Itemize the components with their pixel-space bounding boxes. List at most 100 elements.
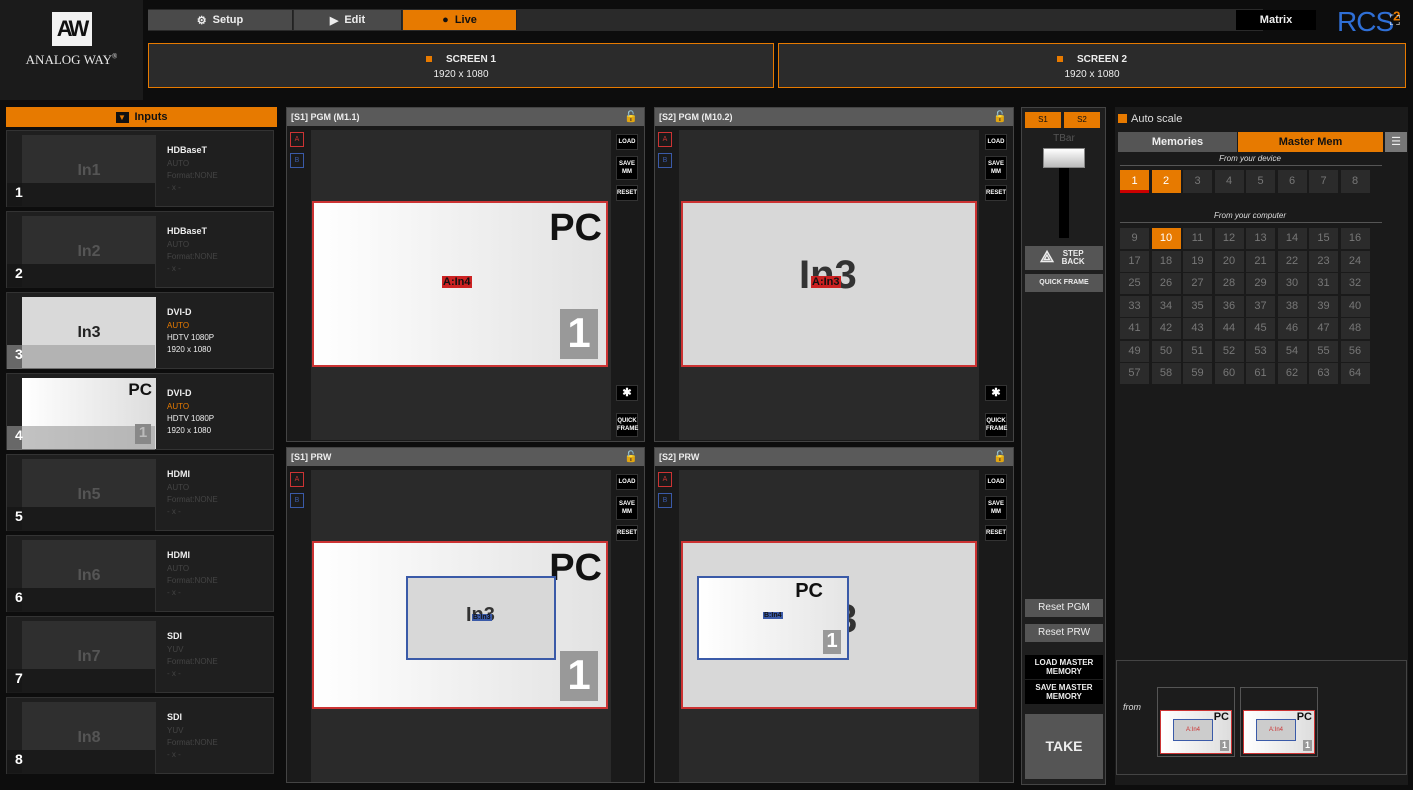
tab-live[interactable]: ● Live bbox=[403, 10, 517, 30]
s2-select-button[interactable]: S2 bbox=[1064, 112, 1100, 128]
memory-slot[interactable]: 39 bbox=[1309, 295, 1338, 317]
memory-slot[interactable]: 58 bbox=[1151, 363, 1181, 384]
memory-slot[interactable]: 28 bbox=[1214, 273, 1244, 294]
layer-a-button[interactable]: A bbox=[658, 132, 672, 147]
memory-slot[interactable]: 42 bbox=[1151, 318, 1181, 339]
layer-b-button[interactable]: B bbox=[290, 153, 304, 168]
layer-b-window[interactable]: PC 1 B:In4 bbox=[697, 576, 849, 660]
memory-slot[interactable]: 5 bbox=[1246, 170, 1275, 193]
reset-button[interactable]: RESET bbox=[616, 525, 638, 541]
memory-slot[interactable]: 31 bbox=[1309, 273, 1338, 294]
screen-2-selector[interactable]: SCREEN 2 1920 x 1080 bbox=[778, 43, 1406, 88]
memory-slot[interactable]: 44 bbox=[1214, 318, 1244, 339]
memory-slot[interactable]: 23 bbox=[1309, 250, 1338, 272]
save-mm-button[interactable]: SAVE MM bbox=[616, 156, 638, 180]
memory-slot[interactable]: 21 bbox=[1246, 250, 1275, 272]
memory-slot[interactable]: 14 bbox=[1277, 228, 1307, 249]
memory-slot[interactable]: 43 bbox=[1183, 318, 1212, 339]
input-tile-4[interactable]: PC 1 4 DVI-D AUTO HDTV 1080P 1920 x 1080 bbox=[6, 373, 274, 450]
memory-slot[interactable]: 56 bbox=[1340, 340, 1370, 362]
screen-1-selector[interactable]: SCREEN 1 1920 x 1080 bbox=[148, 43, 774, 88]
memory-slot[interactable]: 2 bbox=[1151, 170, 1181, 193]
quick-frame-button[interactable]: QUICK FRAME bbox=[985, 413, 1007, 437]
memory-slot[interactable]: 41 bbox=[1120, 318, 1149, 339]
lock-icon[interactable]: 🔓 bbox=[993, 110, 1007, 123]
save-mm-button[interactable]: SAVE MM bbox=[985, 156, 1007, 180]
memory-slot[interactable]: 54 bbox=[1277, 340, 1307, 362]
reset-prw-button[interactable]: Reset PRW bbox=[1025, 624, 1103, 642]
layer-a-button[interactable]: A bbox=[290, 132, 304, 147]
memory-slot[interactable]: 62 bbox=[1277, 363, 1307, 384]
memory-slot[interactable]: 20 bbox=[1214, 250, 1244, 272]
lock-icon[interactable]: 🔓 bbox=[624, 110, 638, 123]
memory-slot[interactable]: 64 bbox=[1340, 363, 1370, 384]
reset-button[interactable]: RESET bbox=[985, 525, 1007, 541]
take-button[interactable]: TAKE bbox=[1025, 714, 1103, 779]
layer-b-button[interactable]: B bbox=[290, 493, 304, 508]
memory-slot[interactable]: 52 bbox=[1214, 340, 1244, 362]
quick-frame-button[interactable]: QUICK FRAME bbox=[1025, 274, 1103, 292]
memory-slot[interactable]: 48 bbox=[1340, 318, 1370, 339]
reset-pgm-button[interactable]: Reset PGM bbox=[1025, 599, 1103, 617]
memory-slot[interactable]: 19 bbox=[1183, 250, 1212, 272]
memory-slot[interactable]: 55 bbox=[1309, 340, 1338, 362]
memory-slot[interactable]: 8 bbox=[1340, 170, 1370, 193]
memory-slot[interactable]: 46 bbox=[1277, 318, 1307, 339]
reset-button[interactable]: RESET bbox=[616, 185, 638, 201]
memory-slot[interactable]: 36 bbox=[1214, 295, 1244, 317]
memory-slot[interactable]: 38 bbox=[1277, 295, 1307, 317]
freeze-icon[interactable]: ✱ bbox=[985, 385, 1007, 401]
memory-slot[interactable]: 4 bbox=[1214, 170, 1244, 193]
memory-slot[interactable]: 18 bbox=[1151, 250, 1181, 272]
quick-frame-button[interactable]: QUICK FRAME bbox=[616, 413, 638, 437]
input-tile-6[interactable]: In6 6 HDMI AUTO Format:NONE - x - bbox=[6, 535, 274, 612]
layer-b-button[interactable]: B bbox=[658, 153, 672, 168]
input-tile-8[interactable]: In8 8 SDI YUV Format:NONE - x - bbox=[6, 697, 274, 774]
memory-slot[interactable]: 49 bbox=[1120, 340, 1149, 362]
input-tile-1[interactable]: In1 1 HDBaseT AUTO Format:NONE - x - bbox=[6, 130, 274, 207]
fullscreen-icon[interactable]: ⛶ bbox=[1390, 12, 1400, 29]
input-tile-7[interactable]: In7 7 SDI YUV Format:NONE - x - bbox=[6, 616, 274, 693]
freeze-icon[interactable]: ✱ bbox=[616, 385, 638, 401]
memory-slot[interactable]: 11 bbox=[1183, 228, 1212, 249]
memory-slot[interactable]: 30 bbox=[1277, 273, 1307, 294]
input-tile-2[interactable]: In2 2 HDBaseT AUTO Format:NONE - x - bbox=[6, 211, 274, 288]
save-master-memory-button[interactable]: SAVE MASTER MEMORY bbox=[1025, 680, 1103, 704]
memory-slot[interactable]: 17 bbox=[1120, 250, 1149, 272]
save-mm-button[interactable]: SAVE MM bbox=[985, 496, 1007, 520]
memory-slot[interactable]: 61 bbox=[1246, 363, 1275, 384]
load-button[interactable]: LOAD bbox=[616, 134, 638, 150]
matrix-button[interactable]: Matrix bbox=[1236, 10, 1316, 30]
memory-slot[interactable]: 1 bbox=[1120, 170, 1149, 193]
layer-a-button[interactable]: A bbox=[658, 472, 672, 487]
memory-slot[interactable]: 10 bbox=[1151, 228, 1181, 249]
inputs-header[interactable]: ▼ Inputs bbox=[6, 107, 277, 127]
memory-slot[interactable]: 37 bbox=[1246, 295, 1275, 317]
memory-slot[interactable]: 24 bbox=[1340, 250, 1370, 272]
tab-master-mem[interactable]: Master Mem bbox=[1238, 132, 1383, 152]
memory-slot[interactable]: 51 bbox=[1183, 340, 1212, 362]
tbar-handle[interactable] bbox=[1043, 148, 1085, 168]
auto-scale-checkbox[interactable] bbox=[1118, 114, 1127, 123]
memory-slot[interactable]: 27 bbox=[1183, 273, 1212, 294]
tab-setup[interactable]: ⚙ Setup bbox=[148, 10, 293, 30]
memory-slot[interactable]: 15 bbox=[1309, 228, 1338, 249]
memory-slot[interactable]: 53 bbox=[1246, 340, 1275, 362]
memory-slot[interactable]: 29 bbox=[1246, 273, 1275, 294]
save-mm-button[interactable]: SAVE MM bbox=[616, 496, 638, 520]
input-tile-3[interactable]: In3 3 DVI-D AUTO HDTV 1080P 1920 x 1080 bbox=[6, 292, 274, 369]
memory-slot[interactable]: 34 bbox=[1151, 295, 1181, 317]
memory-slot[interactable]: 13 bbox=[1246, 228, 1275, 249]
tab-memories[interactable]: Memories bbox=[1118, 132, 1237, 152]
s1-select-button[interactable]: S1 bbox=[1025, 112, 1061, 128]
memory-slot[interactable]: 7 bbox=[1309, 170, 1338, 193]
memory-slot[interactable]: 47 bbox=[1309, 318, 1338, 339]
memory-slot[interactable]: 32 bbox=[1340, 273, 1370, 294]
memory-slot[interactable]: 59 bbox=[1183, 363, 1212, 384]
tab-edit[interactable]: ▶ Edit bbox=[294, 10, 402, 30]
memory-thumb-2[interactable]: PC A:In4 1 bbox=[1240, 687, 1318, 757]
memory-slot[interactable]: 25 bbox=[1120, 273, 1149, 294]
memory-slot[interactable]: 45 bbox=[1246, 318, 1275, 339]
memory-slot[interactable]: 6 bbox=[1277, 170, 1307, 193]
memory-slot[interactable]: 50 bbox=[1151, 340, 1181, 362]
